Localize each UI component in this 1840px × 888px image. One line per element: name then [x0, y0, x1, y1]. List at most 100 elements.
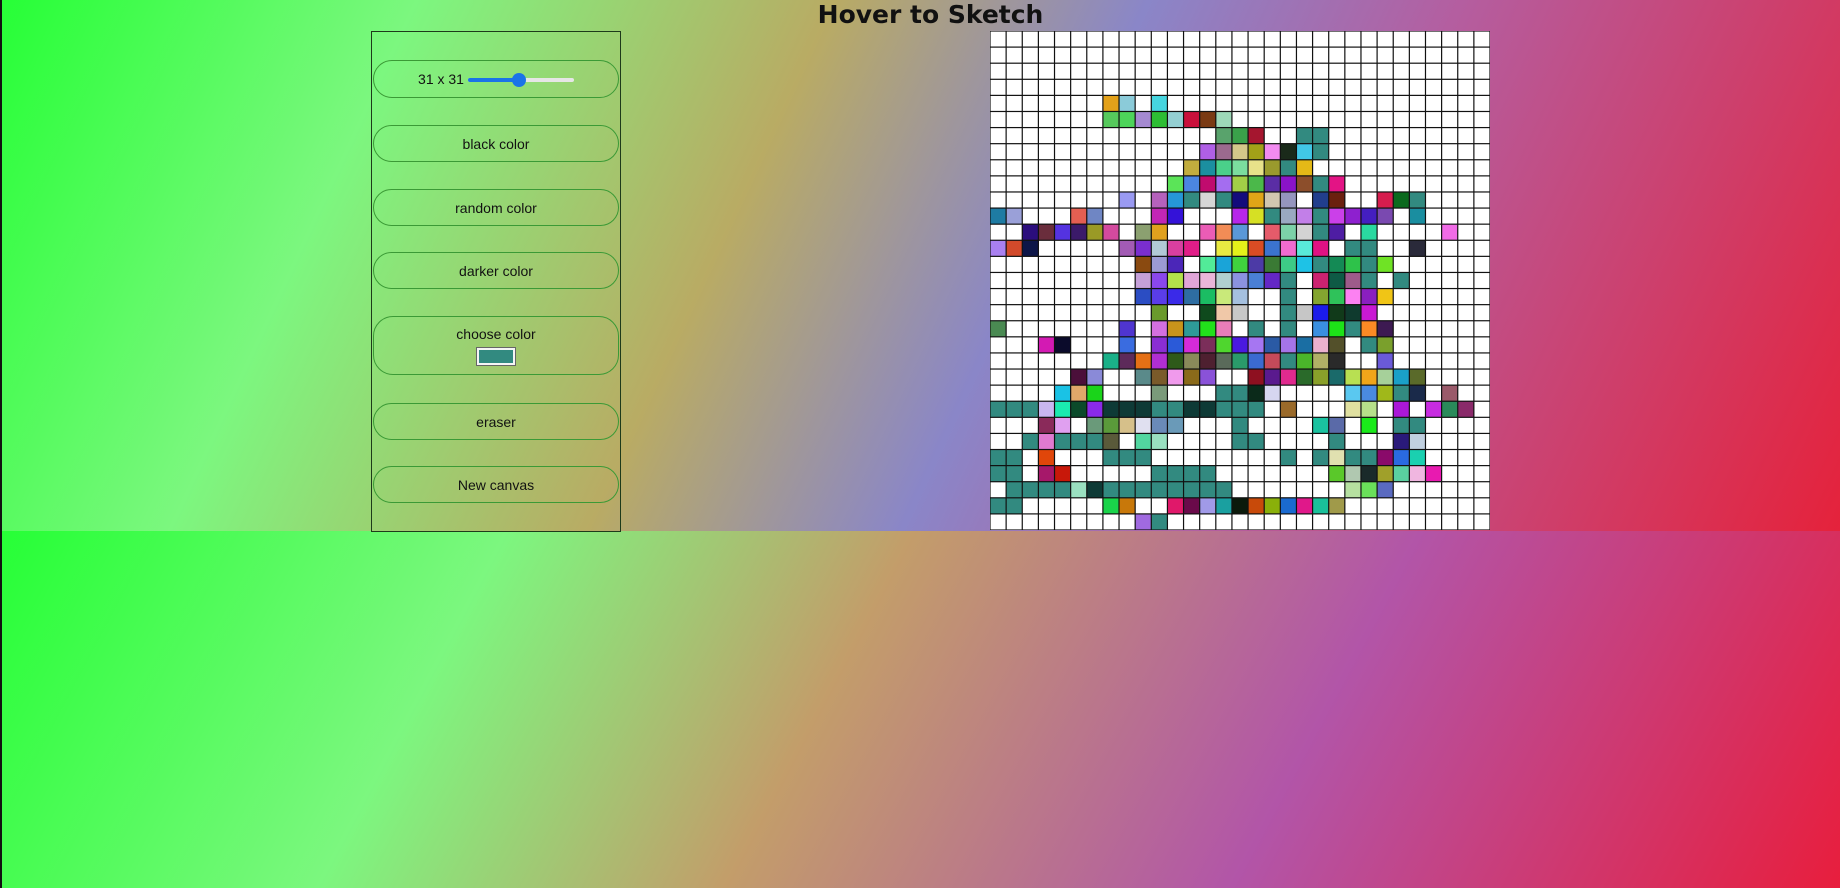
grid-cell[interactable] [1038, 192, 1054, 208]
grid-cell[interactable] [1200, 128, 1216, 144]
grid-cell[interactable] [1168, 224, 1183, 240]
grid-cell[interactable] [1442, 31, 1458, 47]
grid-cell[interactable] [1184, 401, 1200, 417]
grid-cell[interactable] [1087, 95, 1103, 111]
grid-cell[interactable] [1474, 256, 1490, 272]
grid-cell[interactable] [1216, 79, 1232, 95]
grid-cell[interactable] [1361, 176, 1377, 192]
grid-cell[interactable] [1377, 498, 1393, 514]
grid-cell[interactable] [1426, 95, 1442, 111]
grid-cell[interactable] [1264, 305, 1280, 321]
grid-cell[interactable] [1474, 224, 1490, 240]
grid-cell[interactable] [990, 434, 1006, 449]
grid-cell[interactable] [1071, 385, 1087, 401]
grid-cell[interactable] [1200, 417, 1216, 433]
grid-cell[interactable] [1087, 240, 1103, 256]
grid-cell[interactable] [1377, 144, 1393, 160]
grid-cell[interactable] [1135, 434, 1151, 449]
grid-cell[interactable] [1022, 208, 1038, 224]
grid-cell[interactable] [1313, 498, 1329, 514]
grid-cell[interactable] [1474, 353, 1490, 369]
grid-cell[interactable] [1280, 112, 1296, 127]
grid-cell[interactable] [1006, 401, 1022, 417]
grid-cell[interactable] [1168, 385, 1183, 401]
grid-cell[interactable] [1216, 450, 1232, 466]
grid-cell[interactable] [1280, 498, 1296, 514]
grid-cell[interactable] [1264, 385, 1280, 401]
grid-cell[interactable] [1216, 417, 1232, 433]
grid-cell[interactable] [1022, 112, 1038, 127]
grid-cell[interactable] [1377, 95, 1393, 111]
grid-cell[interactable] [1168, 256, 1183, 272]
grid-cell[interactable] [1361, 47, 1377, 63]
grid-cell[interactable] [1055, 385, 1071, 401]
grid-cell[interactable] [1280, 240, 1296, 256]
grid-cell[interactable] [1038, 31, 1054, 47]
grid-cell[interactable] [1071, 208, 1087, 224]
grid-cell[interactable] [1442, 385, 1458, 401]
grid-cell[interactable] [1329, 240, 1345, 256]
grid-cell[interactable] [1264, 482, 1280, 498]
grid-cell[interactable] [1006, 47, 1022, 63]
grid-cell[interactable] [1426, 289, 1442, 305]
grid-cell[interactable] [1426, 466, 1442, 482]
grid-cell[interactable] [1071, 417, 1087, 433]
grid-cell[interactable] [1409, 63, 1425, 79]
grid-cell[interactable] [1409, 128, 1425, 144]
grid-cell[interactable] [1458, 224, 1474, 240]
sketch-canvas[interactable] [990, 31, 1490, 530]
grid-cell[interactable] [1055, 79, 1071, 95]
grid-cell[interactable] [1151, 208, 1167, 224]
grid-cell[interactable] [1168, 305, 1183, 321]
grid-cell[interactable] [1184, 482, 1200, 498]
grid-cell[interactable] [1006, 79, 1022, 95]
grid-cell[interactable] [1393, 144, 1409, 160]
grid-cell[interactable] [1087, 112, 1103, 127]
grid-cell[interactable] [1345, 434, 1361, 449]
grid-cell[interactable] [1232, 224, 1248, 240]
grid-cell[interactable] [1151, 128, 1167, 144]
grid-cell[interactable] [1442, 128, 1458, 144]
grid-cell[interactable] [1409, 450, 1425, 466]
grid-cell[interactable] [1458, 144, 1474, 160]
grid-cell[interactable] [1329, 289, 1345, 305]
grid-cell[interactable] [1151, 192, 1167, 208]
grid-cell[interactable] [1442, 450, 1458, 466]
grid-cell[interactable] [1313, 353, 1329, 369]
grid-cell[interactable] [1216, 482, 1232, 498]
grid-cell[interactable] [1474, 369, 1490, 385]
grid-cell[interactable] [1361, 289, 1377, 305]
grid-cell[interactable] [1006, 385, 1022, 401]
grid-cell[interactable] [1135, 79, 1151, 95]
grid-cell[interactable] [1442, 498, 1458, 514]
grid-cell[interactable] [1200, 466, 1216, 482]
grid-cell[interactable] [1393, 353, 1409, 369]
grid-cell[interactable] [1426, 256, 1442, 272]
random-color-button[interactable]: random color [373, 189, 619, 226]
grid-cell[interactable] [1361, 514, 1377, 530]
grid-cell[interactable] [1409, 434, 1425, 449]
grid-cell[interactable] [1022, 401, 1038, 417]
grid-cell[interactable] [1087, 466, 1103, 482]
grid-cell[interactable] [990, 466, 1006, 482]
grid-cell[interactable] [1216, 385, 1232, 401]
grid-cell[interactable] [1264, 369, 1280, 385]
grid-cell[interactable] [1329, 160, 1345, 176]
grid-cell[interactable] [1442, 369, 1458, 385]
grid-cell[interactable] [1022, 224, 1038, 240]
grid-cell[interactable] [1280, 208, 1296, 224]
grid-cell[interactable] [1087, 192, 1103, 208]
grid-cell[interactable] [1297, 305, 1312, 321]
grid-cell[interactable] [1442, 224, 1458, 240]
grid-cell[interactable] [1038, 369, 1054, 385]
grid-cell[interactable] [1248, 63, 1264, 79]
grid-cell[interactable] [1426, 321, 1442, 337]
grid-cell[interactable] [1345, 176, 1361, 192]
grid-cell[interactable] [1151, 95, 1167, 111]
grid-cell[interactable] [1377, 224, 1393, 240]
grid-cell[interactable] [1216, 498, 1232, 514]
grid-cell[interactable] [1200, 514, 1216, 530]
grid-cell[interactable] [1038, 305, 1054, 321]
grid-cell[interactable] [1168, 79, 1183, 95]
grid-cell[interactable] [1409, 144, 1425, 160]
